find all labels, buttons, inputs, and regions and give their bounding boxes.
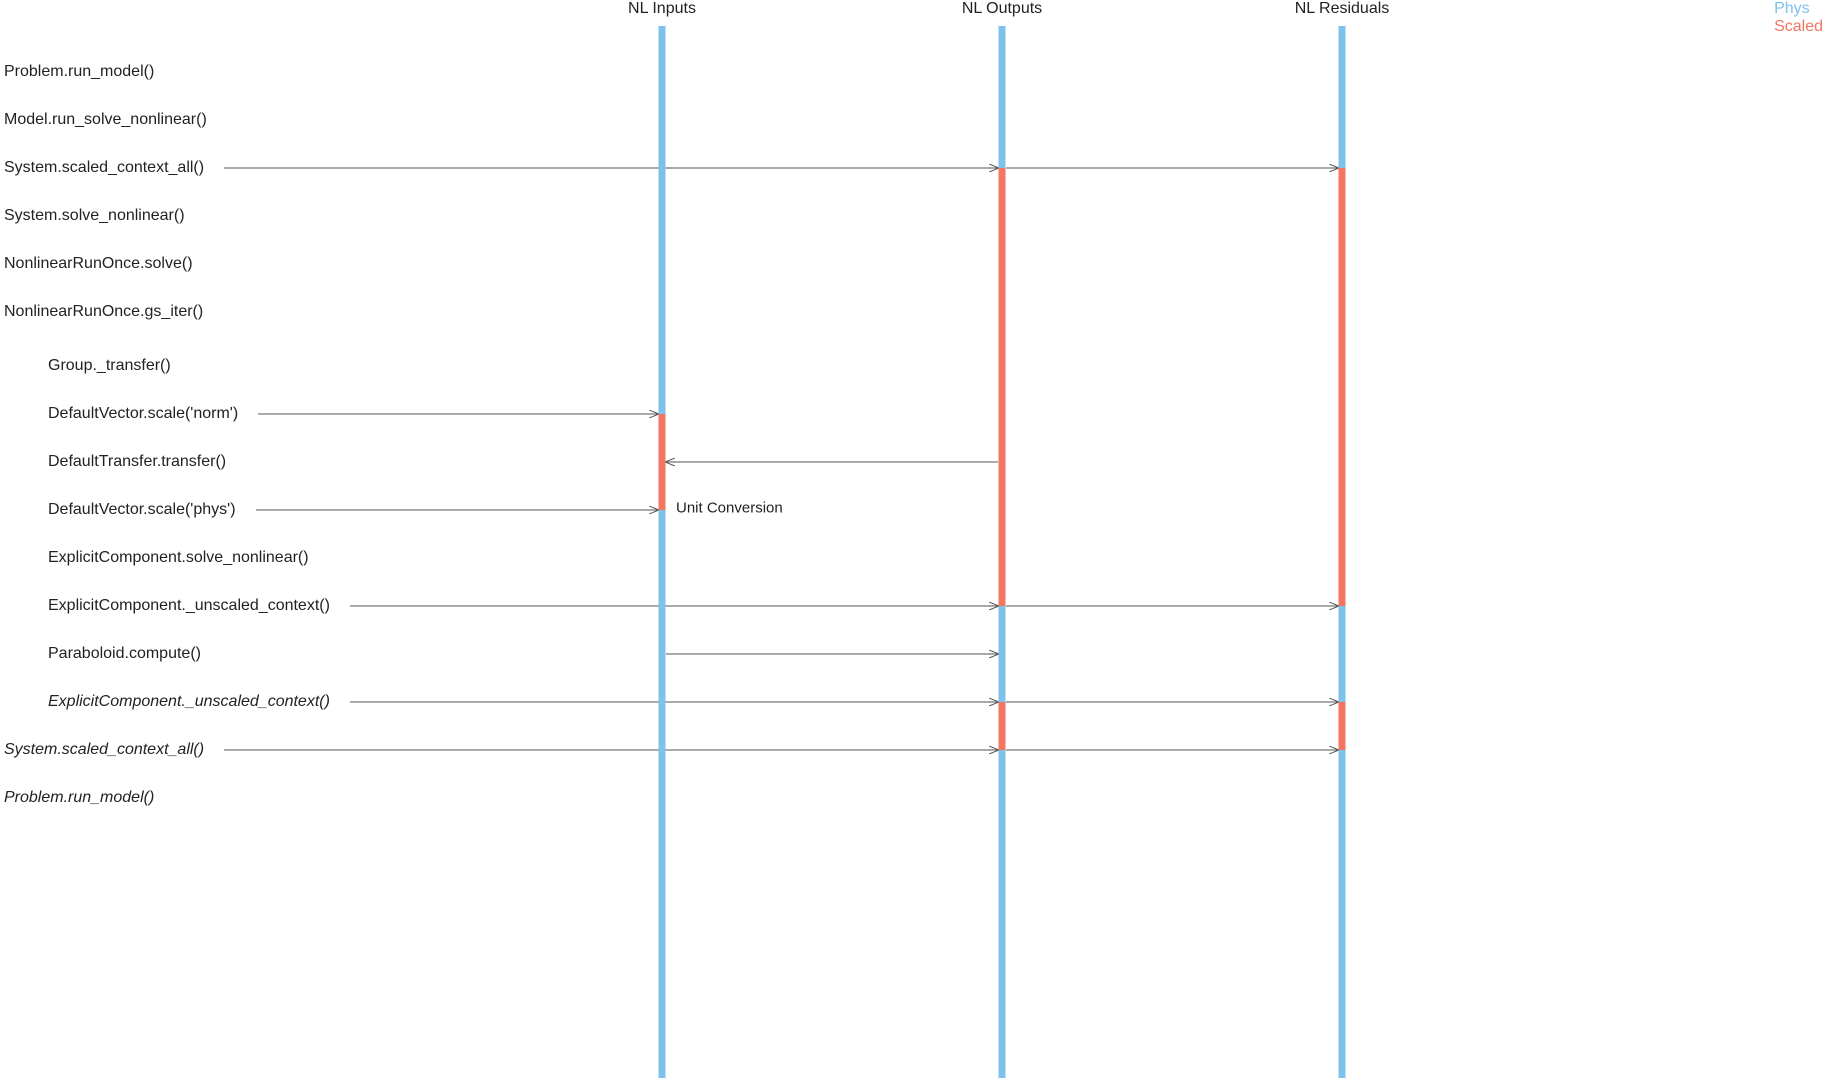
arrow-layer bbox=[0, 0, 1831, 1078]
lane-inputs-segment bbox=[659, 510, 666, 1078]
lane-label-inputs: NL Inputs bbox=[628, 0, 696, 18]
lane-residuals-segment bbox=[1339, 606, 1346, 702]
call-label: DefaultVector.scale('norm') bbox=[48, 405, 238, 423]
call-label: Problem.run_model() bbox=[4, 789, 154, 807]
lane-outputs-segment bbox=[999, 702, 1006, 750]
call-label: System.solve_nonlinear() bbox=[4, 207, 185, 225]
call-label: ExplicitComponent._unscaled_context() bbox=[48, 597, 330, 615]
call-label: DefaultVector.scale('phys') bbox=[48, 501, 236, 519]
lane-outputs-segment bbox=[999, 750, 1006, 1078]
call-label: Group._transfer() bbox=[48, 357, 171, 375]
call-label: System.scaled_context_all() bbox=[4, 741, 204, 759]
legend-phys: Phys bbox=[1774, 0, 1823, 18]
lane-residuals-segment bbox=[1339, 26, 1346, 168]
call-label: ExplicitComponent._unscaled_context() bbox=[48, 693, 330, 711]
call-label: Paraboloid.compute() bbox=[48, 645, 201, 663]
lane-label-residuals: NL Residuals bbox=[1295, 0, 1390, 18]
lane-residuals-segment bbox=[1339, 750, 1346, 1078]
call-label: DefaultTransfer.transfer() bbox=[48, 453, 226, 471]
lane-label-outputs: NL Outputs bbox=[962, 0, 1042, 18]
lane-outputs-segment bbox=[999, 168, 1006, 606]
diagram-canvas: Phys Scaled NL Inputs NL Outputs NL Residu… bbox=[0, 0, 1831, 1078]
lane-inputs-segment bbox=[659, 26, 666, 414]
lane-residuals-segment bbox=[1339, 168, 1346, 606]
legend: Phys Scaled bbox=[1774, 0, 1823, 37]
lane-outputs-segment bbox=[999, 606, 1006, 702]
call-label: NonlinearRunOnce.gs_iter() bbox=[4, 303, 203, 321]
annotation: Unit Conversion bbox=[676, 500, 783, 517]
call-label: NonlinearRunOnce.solve() bbox=[4, 255, 193, 273]
lane-outputs-segment bbox=[999, 26, 1006, 168]
call-label: Model.run_solve_nonlinear() bbox=[4, 111, 207, 129]
call-label: System.scaled_context_all() bbox=[4, 159, 204, 177]
call-label: ExplicitComponent.solve_nonlinear() bbox=[48, 549, 309, 567]
lane-residuals-segment bbox=[1339, 702, 1346, 750]
legend-scaled: Scaled bbox=[1774, 18, 1823, 36]
lane-inputs-segment bbox=[659, 414, 666, 510]
call-label: Problem.run_model() bbox=[4, 63, 154, 81]
